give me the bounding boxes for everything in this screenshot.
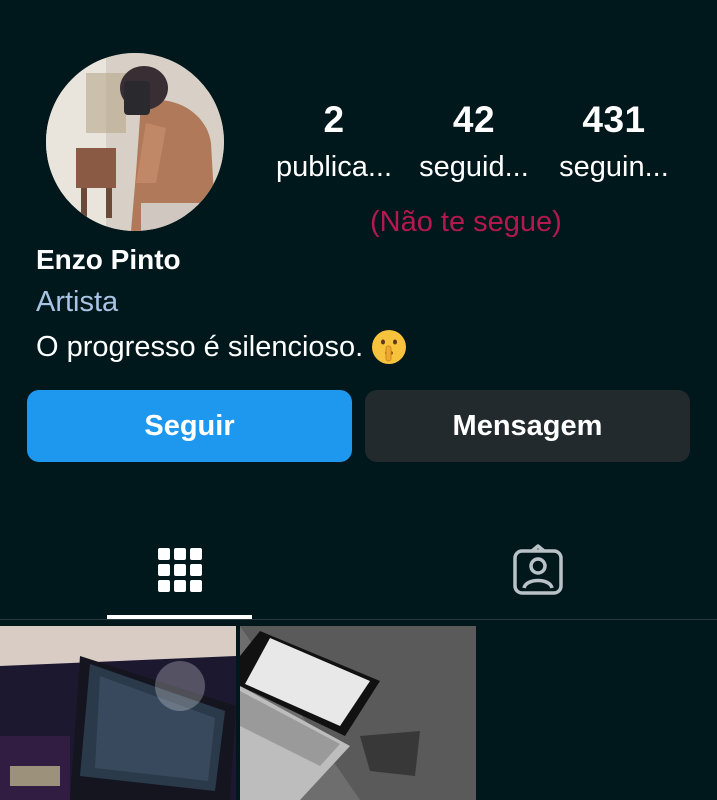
stat-followers-count: 42 <box>452 99 496 140</box>
stat-posts-label: publica... <box>275 151 393 183</box>
profile-name: Enzo Pinto <box>36 244 181 275</box>
message-button[interactable]: Mensagem <box>365 390 690 462</box>
follow-button[interactable]: Seguir <box>27 390 352 462</box>
post-thumbnail[interactable] <box>240 626 476 800</box>
tab-tagged[interactable] <box>465 520 610 620</box>
post-thumbnail[interactable] <box>0 626 236 800</box>
post-image-laptop-desk <box>0 626 236 800</box>
grid-icon <box>157 548 202 592</box>
shushing-face-icon <box>372 330 407 364</box>
stat-following-count: 431 <box>582 99 646 140</box>
profile-bio: O progresso é silencioso. <box>36 326 407 368</box>
stat-followers-label: seguid... <box>419 151 529 183</box>
profile-tabs <box>0 520 717 620</box>
profile-category: Artista <box>36 286 119 318</box>
stat-following-label: seguin... <box>559 151 669 183</box>
profile-stats: 2 publica... 42 seguid... 431 seguin... <box>262 98 682 198</box>
tab-posts-grid[interactable] <box>107 520 252 620</box>
stat-posts-count: 2 <box>323 99 345 140</box>
avatar-photo <box>46 53 224 231</box>
post-image-laptop-bw <box>240 626 476 800</box>
tabs-divider <box>0 619 717 620</box>
stat-followers[interactable]: 42 seguid... <box>404 98 544 192</box>
stat-following[interactable]: 431 seguin... <box>544 98 684 192</box>
profile-bio-text: O progresso é silencioso. <box>36 331 364 363</box>
not-following-you-label: (Não te segue) <box>370 206 562 238</box>
tagged-person-icon <box>512 544 563 595</box>
profile-avatar[interactable] <box>46 53 224 231</box>
stat-posts[interactable]: 2 publica... <box>264 98 404 192</box>
